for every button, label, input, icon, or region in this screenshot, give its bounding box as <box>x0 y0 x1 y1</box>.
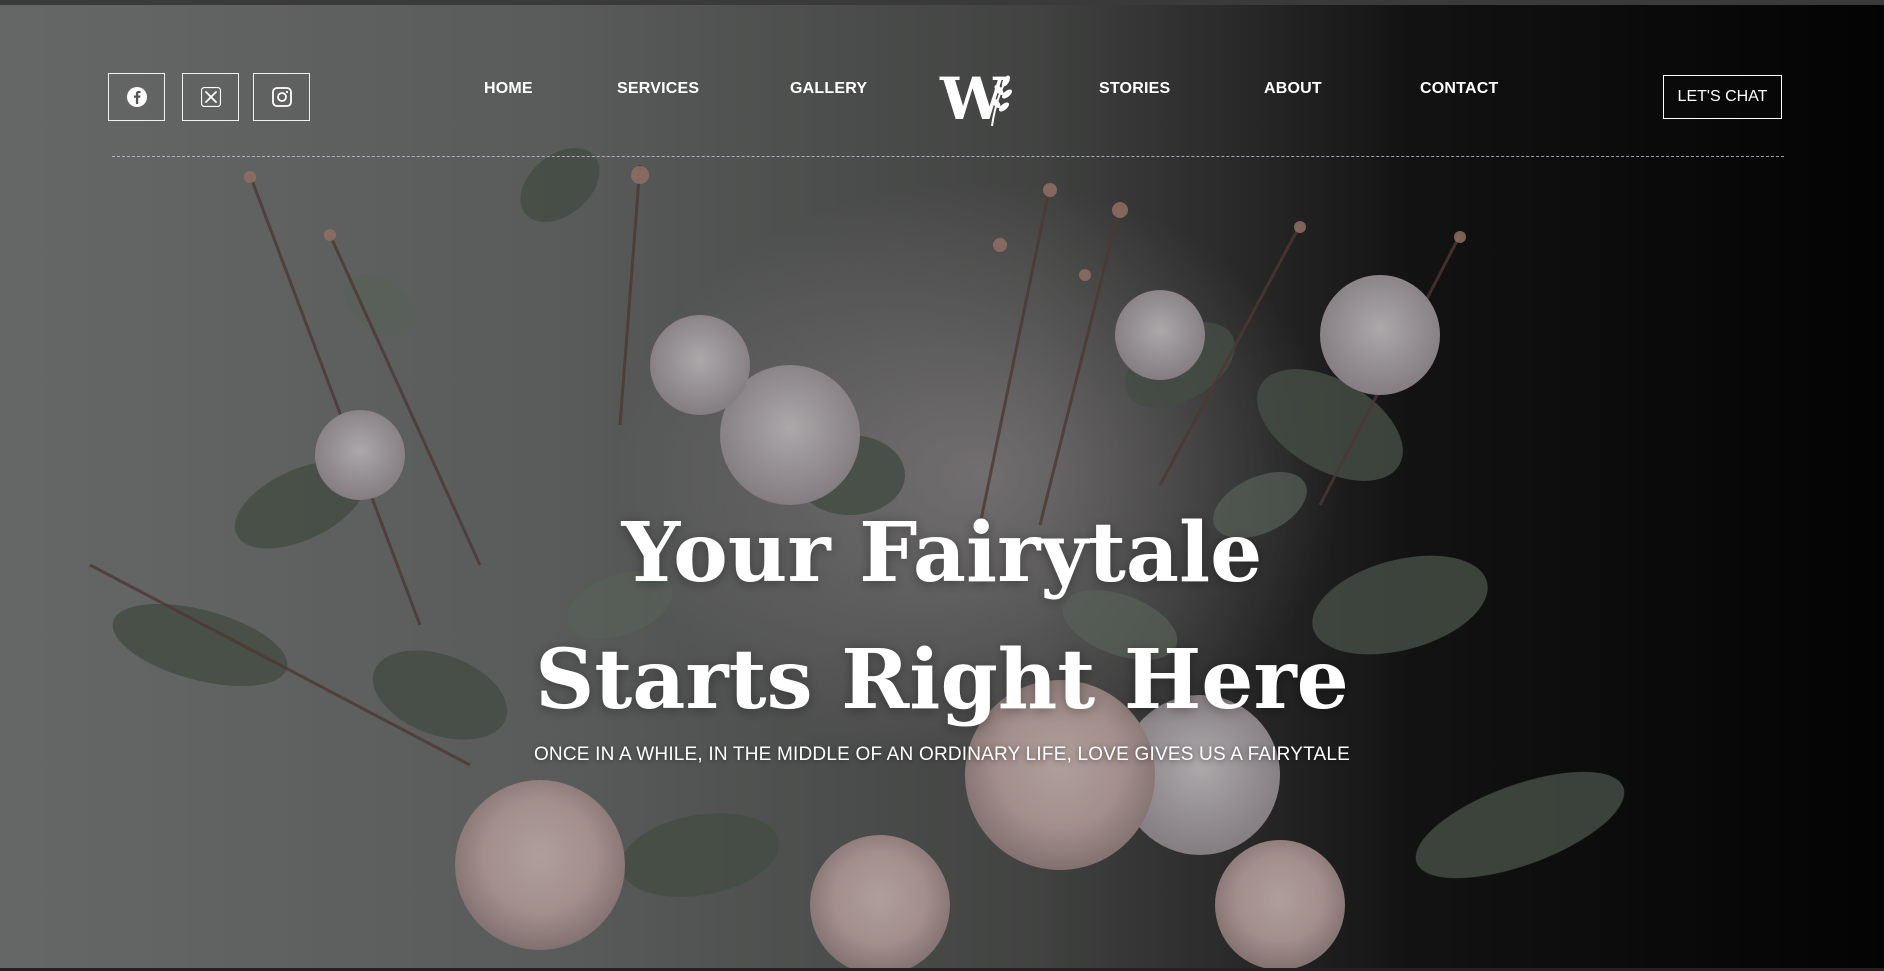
nav-about[interactable]: ABOUT <box>1264 80 1322 98</box>
header-divider <box>112 156 1784 157</box>
x-icon <box>200 87 221 107</box>
flower-bouquet-illustration <box>0 5 1884 968</box>
facebook-icon <box>126 87 147 107</box>
instagram-icon <box>271 87 292 107</box>
nav-gallery[interactable]: GALLERY <box>790 80 867 98</box>
hero-headline-line-2: Starts Right Here <box>535 632 1349 728</box>
lets-chat-button[interactable]: LET'S CHAT <box>1663 75 1782 119</box>
facebook-button[interactable] <box>108 73 165 121</box>
nav-stories[interactable]: STORIES <box>1099 80 1170 98</box>
leaf-sprig-icon <box>991 75 1012 127</box>
hero-headline-line-1: Your Fairytale <box>621 505 1263 601</box>
site-logo[interactable]: W <box>940 68 1020 132</box>
hero-subheading: ONCE IN A WHILE, IN THE MIDDLE OF AN ORD… <box>533 744 1351 765</box>
instagram-button[interactable] <box>253 73 310 121</box>
x-twitter-button[interactable] <box>182 73 239 121</box>
nav-home[interactable]: HOME <box>484 80 533 98</box>
nav-services[interactable]: SERVICES <box>617 80 699 98</box>
nav-contact[interactable]: CONTACT <box>1420 80 1498 98</box>
hero-background-image <box>0 5 1884 968</box>
hero-headline: Your Fairytale Starts Right Here <box>0 490 1884 744</box>
